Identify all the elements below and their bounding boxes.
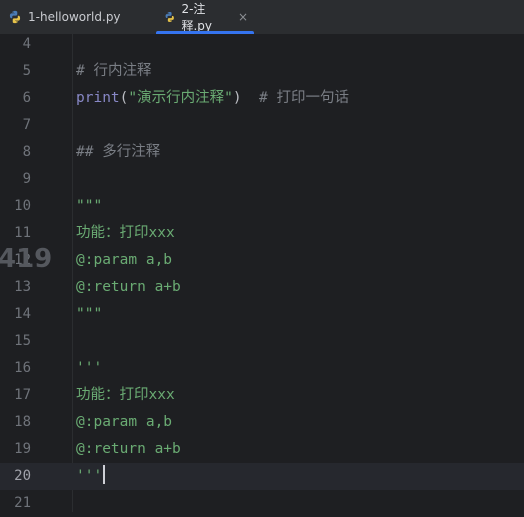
code-line[interactable]: 16 ''' (0, 355, 524, 382)
code-text: ''' (76, 355, 102, 382)
line-number: 4 (22, 36, 31, 52)
code-text: @:param a,b (76, 409, 172, 436)
code-text: @:param a,b (76, 247, 172, 274)
code-line[interactable]: 11 功能：打印xxx (0, 220, 524, 247)
code-token-string: @:return a+b (76, 441, 181, 457)
line-number: 15 (14, 333, 31, 349)
tab-label: 2-注释.py (181, 2, 212, 33)
code-editor[interactable]: 4 5 # 行内注释 6 print("演示行内注释") # 打印一句话 7 8 ## 多行注… (0, 34, 524, 512)
line-number: 18 (14, 414, 31, 430)
code-text: """ (76, 301, 102, 328)
code-text: ''' (76, 463, 106, 490)
code-line[interactable]: 10 """ (0, 193, 524, 220)
code-text: @:return a+b (76, 436, 181, 463)
code-text: 功能：打印xxx (76, 382, 175, 409)
code-token-string: """ (76, 306, 103, 322)
overlay-number: 419 (0, 244, 53, 274)
code-line[interactable]: 5 # 行内注释 (0, 58, 524, 85)
code-text: ## 多行注释 (76, 139, 160, 166)
line-number: 6 (22, 90, 31, 106)
code-line[interactable]: 9 (0, 166, 524, 193)
code-token-string: """ (76, 198, 103, 214)
code-token-string: "演示行内注释" (128, 90, 233, 106)
code-line[interactable]: 20 ''' (0, 463, 524, 490)
line-number: 9 (22, 171, 31, 187)
tab-helloworld[interactable]: 1-helloworld.py (0, 0, 136, 34)
line-number: 13 (14, 279, 31, 295)
code-text: 功能：打印xxx (76, 220, 175, 247)
code-token-string: @:param a,b (76, 252, 173, 268)
code-line[interactable]: 18 @:param a,b (0, 409, 524, 436)
code-token-comment: # 行内注释 (76, 63, 152, 79)
code-line[interactable]: 17 功能：打印xxx (0, 382, 524, 409)
line-number: 14 (14, 306, 31, 322)
code-text: # 行内注释 (76, 58, 151, 85)
text-caret (103, 465, 106, 484)
code-text: @:return a+b (76, 274, 181, 301)
close-tab-icon[interactable]: × (238, 10, 248, 24)
line-number: 16 (14, 360, 31, 376)
line-number: 11 (14, 225, 31, 241)
line-number: 5 (22, 63, 31, 79)
code-token-comment: ## 多行注释 (76, 144, 161, 160)
line-number: 8 (22, 144, 31, 160)
code-line[interactable]: 6 print("演示行内注释") # 打印一句话 (0, 85, 524, 112)
code-token-string: @:return a+b (76, 279, 181, 295)
line-number: 10 (14, 198, 31, 214)
code-token-string: ''' (76, 468, 103, 484)
code-token-string: 功能：打印xxx (76, 387, 175, 403)
python-file-icon (165, 11, 174, 23)
code-token-string: 功能：打印xxx (76, 225, 175, 241)
code-token-builtin: print (76, 90, 120, 106)
code-line[interactable]: 7 (0, 112, 524, 139)
code-token-paren: ) (232, 90, 242, 106)
line-number: 17 (14, 387, 31, 403)
code-text: print("演示行内注释") # 打印一句话 (76, 85, 349, 112)
code-line[interactable]: 21 (0, 490, 524, 517)
tab-label: 1-helloworld.py (28, 10, 121, 24)
code-line[interactable]: 14 """ (0, 301, 524, 328)
code-line[interactable]: 12 @:param a,b (0, 247, 524, 274)
code-token-string: @:param a,b (76, 414, 173, 430)
code-line[interactable]: 4 (0, 31, 524, 58)
editor-tab-bar: 1-helloworld.py 2-注释.py × (0, 0, 524, 35)
line-number: 20 (14, 468, 31, 484)
code-line[interactable]: 15 (0, 328, 524, 355)
line-number: 7 (22, 117, 31, 133)
code-token-comment: # 打印一句话 (241, 90, 350, 106)
code-line[interactable]: 8 ## 多行注释 (0, 139, 524, 166)
code-line[interactable]: 13 @:return a+b (0, 274, 524, 301)
line-number: 21 (14, 495, 31, 511)
line-number: 19 (14, 441, 31, 457)
code-token-string: ''' (76, 360, 103, 376)
tab-zhushi[interactable]: 2-注释.py × (152, 0, 258, 34)
python-file-icon (9, 10, 21, 24)
code-text: """ (76, 193, 102, 220)
code-line[interactable]: 19 @:return a+b (0, 436, 524, 463)
